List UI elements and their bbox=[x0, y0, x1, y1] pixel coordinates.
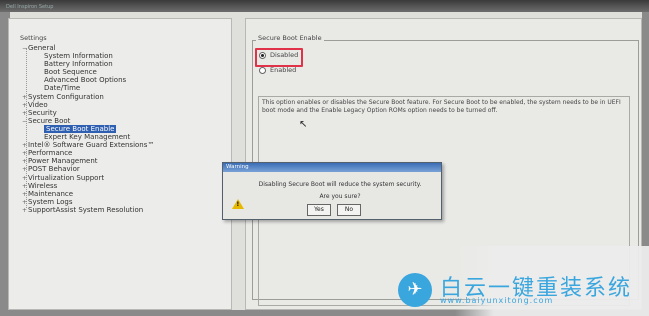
tree-item-label: System Information bbox=[44, 52, 113, 61]
radio-enabled[interactable]: Enabled bbox=[259, 66, 296, 74]
dialog-message: Disabling Secure Boot will reduce the sy… bbox=[258, 181, 422, 188]
tree-item[interactable]: Secure Boot Enable bbox=[22, 124, 227, 133]
tree-item[interactable]: +Performance bbox=[22, 149, 227, 157]
tree-item-label: System Logs bbox=[28, 197, 73, 206]
tree-item-label: POST Behavior bbox=[28, 165, 80, 174]
tree-item-label: Secure Boot Enable bbox=[44, 124, 117, 133]
tree-item[interactable]: Battery Information bbox=[22, 60, 227, 68]
tree-item[interactable]: Expert Key Management bbox=[22, 133, 227, 141]
tree-item[interactable]: +System Configuration bbox=[22, 93, 227, 101]
tree-item[interactable]: −Secure Boot bbox=[22, 117, 227, 125]
window-title: Dell Inspiron Setup bbox=[6, 4, 54, 10]
tree-item-label: Security bbox=[28, 108, 57, 117]
mouse-pointer-icon: ↖ bbox=[299, 119, 308, 130]
tree-item[interactable]: +System Logs bbox=[22, 198, 227, 206]
tree-item[interactable]: Advanced Boot Options bbox=[22, 76, 227, 84]
radio-unchecked-icon bbox=[259, 66, 266, 74]
tree-item[interactable]: +Virtualization Support bbox=[22, 174, 227, 182]
warning-icon bbox=[232, 199, 244, 209]
tree-item[interactable]: +Power Management bbox=[22, 157, 227, 165]
tree-item[interactable]: Date/Time bbox=[22, 84, 227, 92]
tree-item-label: Virtualization Support bbox=[28, 173, 105, 182]
tree-item-label: Video bbox=[28, 100, 48, 109]
tree-item[interactable]: +Intel® Software Guard Extensions™ bbox=[22, 141, 227, 149]
tree-item-label: Date/Time bbox=[44, 84, 81, 93]
tree-item[interactable]: +Wireless bbox=[22, 182, 227, 190]
tree-item-label: Battery Information bbox=[44, 60, 113, 69]
tree-item-label: Power Management bbox=[28, 157, 98, 166]
watermark-url: www.baiyunxitong.com bbox=[440, 296, 554, 305]
highlight-box bbox=[255, 48, 303, 67]
tree-item[interactable]: +Security bbox=[22, 109, 227, 117]
tree-item-label: Intel® Software Guard Extensions™ bbox=[28, 141, 155, 150]
tree-item-label: Wireless bbox=[28, 181, 58, 190]
tree-item-label: System Configuration bbox=[28, 92, 104, 101]
group-title: Secure Boot Enable bbox=[256, 34, 324, 42]
monitor-bezel: Dell Inspiron Setup bbox=[0, 0, 649, 12]
tree-item-label: Expert Key Management bbox=[44, 133, 131, 142]
tree-item-label: Maintenance bbox=[28, 189, 74, 198]
tree-item-label: Boot Sequence bbox=[44, 68, 97, 77]
settings-tree: −General System Information Battery Inform… bbox=[22, 44, 227, 214]
tree-item[interactable]: +POST Behavior bbox=[22, 165, 227, 173]
tree-item[interactable]: +Video bbox=[22, 101, 227, 109]
tree-item[interactable]: +SupportAssist System Resolution bbox=[22, 206, 227, 214]
dialog-question: Are you sure? bbox=[319, 193, 361, 200]
tree-item-label: Secure Boot bbox=[28, 116, 71, 125]
tree-item-label: Performance bbox=[28, 149, 73, 158]
tree-item-label: Advanced Boot Options bbox=[44, 76, 127, 85]
no-button[interactable]: No bbox=[337, 204, 361, 216]
radio-enabled-label: Enabled bbox=[270, 66, 297, 74]
tree-item[interactable]: +Maintenance bbox=[22, 190, 227, 198]
settings-title: Settings bbox=[20, 34, 47, 42]
tree-item-label: SupportAssist System Resolution bbox=[28, 205, 144, 214]
warning-dialog: Warning Disabling Secure Boot will reduc… bbox=[222, 162, 442, 220]
tree-item[interactable]: Boot Sequence bbox=[22, 68, 227, 76]
dialog-title: Warning bbox=[223, 163, 441, 172]
yes-button[interactable]: Yes bbox=[307, 204, 331, 216]
tree-item[interactable]: −General bbox=[22, 44, 227, 52]
tree-item-label: General bbox=[28, 44, 56, 52]
tree-item[interactable]: System Information bbox=[22, 52, 227, 60]
bird-logo-icon: ✈ bbox=[398, 273, 432, 307]
